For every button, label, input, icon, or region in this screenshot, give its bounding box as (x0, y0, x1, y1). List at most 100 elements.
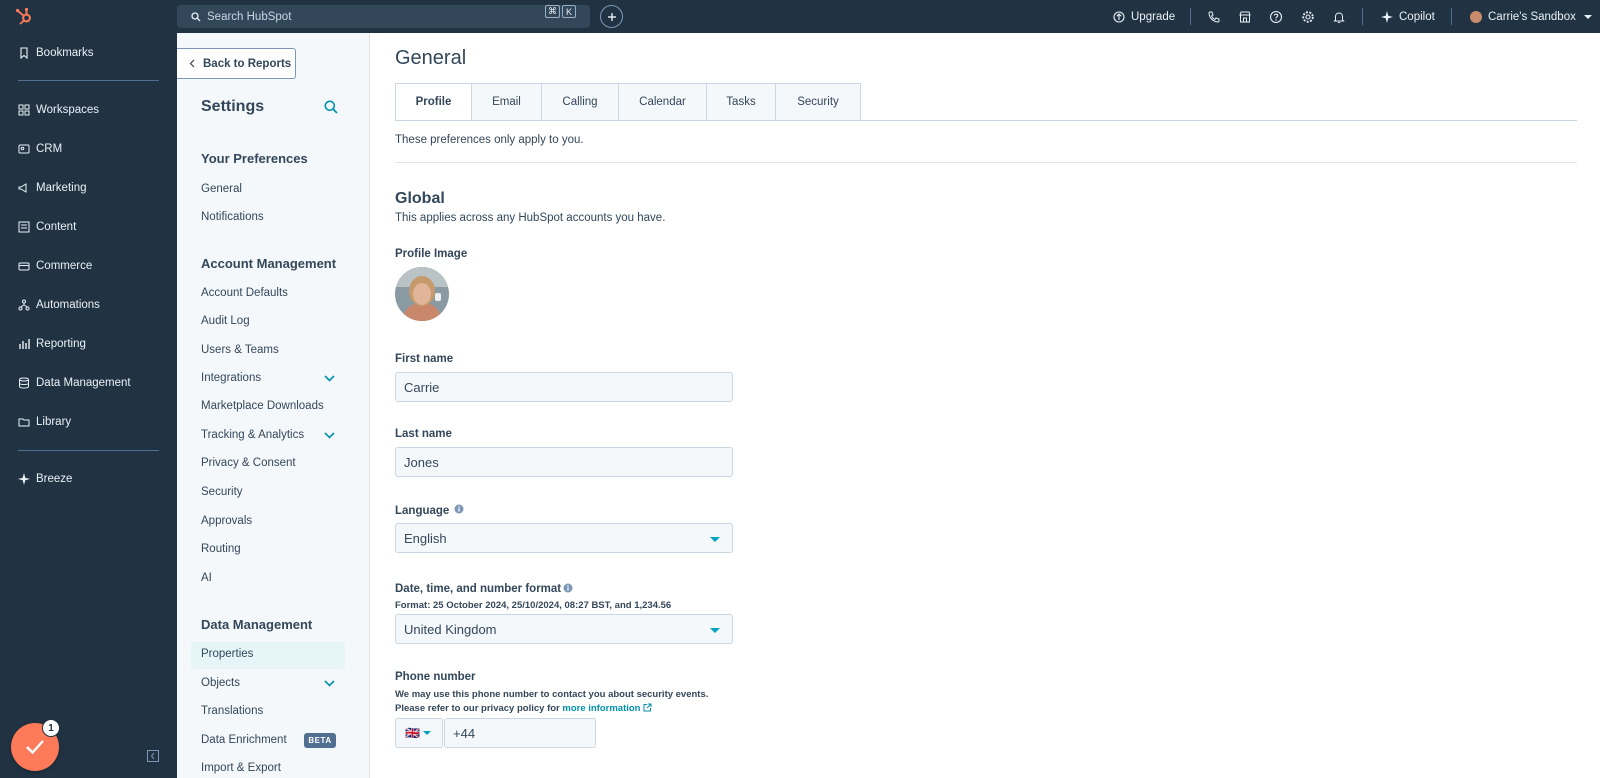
nav-item-library[interactable]: Library (18, 412, 71, 432)
settings-link-privacy-consent[interactable]: Privacy & Consent (201, 457, 296, 469)
nav-item-crm[interactable]: CRM (18, 139, 62, 159)
format-select[interactable]: United Kingdom (395, 614, 733, 644)
phone-number-field[interactable]: +44 (444, 718, 596, 748)
marketplace-icon[interactable] (1238, 10, 1252, 24)
beta-badge: BETA (304, 733, 336, 748)
nav-item-commerce[interactable]: Commerce (18, 256, 92, 276)
tab-calling[interactable]: Calling (542, 83, 619, 121)
upgrade-icon (1113, 10, 1125, 23)
checkmark-icon (26, 740, 44, 755)
nav-item-marketing[interactable]: Marketing (18, 178, 87, 198)
settings-link-translations[interactable]: Translations (201, 705, 263, 717)
settings-link-audit-log[interactable]: Audit Log (201, 315, 250, 327)
profile-image[interactable] (395, 267, 449, 321)
page-title: General (395, 47, 467, 69)
nav-item-breeze[interactable]: Breeze (18, 469, 72, 489)
settings-link-marketplace-downloads[interactable]: Marketplace Downloads (201, 400, 324, 412)
nav-item-content[interactable]: Content (18, 217, 76, 237)
more-information-link[interactable]: more information (562, 703, 640, 714)
workspaces-icon (18, 104, 30, 116)
nav-item-reporting[interactable]: Reporting (18, 334, 86, 354)
copilot-button[interactable]: Copilot (1381, 0, 1435, 33)
format-help-text: Format: 25 October 2024, 25/10/2024, 08:… (395, 600, 672, 611)
tab-tasks[interactable]: Tasks (707, 83, 776, 121)
divider (1451, 8, 1452, 25)
marketing-icon (18, 183, 27, 193)
settings-link-data-enrichment[interactable]: Data Enrichment (201, 734, 287, 746)
info-icon[interactable] (563, 583, 573, 593)
tab-email[interactable]: Email (472, 83, 542, 121)
settings-link-objects[interactable]: Objects (201, 677, 240, 689)
calling-icon[interactable] (1207, 10, 1221, 24)
create-new-button[interactable] (600, 5, 623, 28)
settings-search-icon[interactable] (324, 100, 338, 114)
library-icon (18, 418, 30, 427)
uk-flag-icon: 🇬🇧 (405, 726, 420, 740)
account-menu[interactable]: Carrie's Sandbox (1470, 0, 1592, 33)
settings-link-import-export[interactable]: Import & Export (201, 762, 281, 774)
settings-link-ai[interactable]: AI (201, 572, 212, 584)
help-icon[interactable] (1269, 10, 1283, 24)
back-to-reports-button[interactable]: Back to Reports (177, 48, 296, 79)
tabs-underline (395, 120, 1577, 121)
nav-item-data-management[interactable]: Data Management (18, 373, 131, 393)
chevron-down-icon[interactable] (324, 375, 335, 382)
nav-label: Commerce (36, 260, 93, 272)
tab-security[interactable]: Security (776, 83, 861, 121)
settings-link-account-defaults[interactable]: Account Defaults (201, 287, 288, 299)
sparkle-icon (1381, 10, 1393, 23)
hubspot-logo-icon[interactable] (14, 6, 34, 26)
settings-link-security[interactable]: Security (201, 486, 243, 498)
chevron-down-icon[interactable] (324, 680, 335, 687)
settings-link-notifications[interactable]: Notifications (201, 211, 264, 223)
caret-down-icon (710, 537, 720, 542)
tab-profile[interactable]: Profile (395, 83, 472, 121)
nav-label: Bookmarks (36, 47, 94, 59)
settings-link-approvals[interactable]: Approvals (201, 515, 252, 527)
shortcut-cmd-key: ⌘ (545, 5, 560, 18)
copilot-label: Copilot (1399, 10, 1435, 23)
tab-calendar[interactable]: Calendar (619, 83, 707, 121)
nav-label: Marketing (36, 182, 87, 194)
settings-link-routing[interactable]: Routing (201, 543, 241, 555)
info-icon[interactable] (454, 504, 464, 514)
section-account-management: Account Management (201, 256, 337, 271)
last-name-field[interactable]: Jones (395, 447, 733, 477)
first-name-field[interactable]: Carrie (395, 372, 733, 402)
nav-label: Content (36, 221, 77, 233)
nav-item-bookmarks[interactable]: Bookmarks (18, 43, 94, 63)
caret-down-icon (710, 628, 720, 633)
shortcut-k-key: K (562, 5, 576, 18)
phone-help-line-1: We may use this phone number to contact … (395, 689, 709, 700)
nav-label: Automations (36, 299, 100, 311)
bookmark-icon (20, 47, 28, 59)
account-name: Carrie's Sandbox (1488, 10, 1576, 23)
section-data-management: Data Management (201, 617, 313, 632)
format-value: United Kingdom (404, 621, 497, 637)
collapse-sidebar-icon[interactable] (147, 750, 159, 762)
settings-link-users-teams[interactable]: Users & Teams (201, 344, 279, 356)
search-placeholder: Search HubSpot (207, 10, 292, 23)
settings-link-general[interactable]: General (201, 183, 242, 195)
content-icon (18, 221, 30, 233)
search-input[interactable]: Search HubSpot (177, 5, 590, 28)
nav-item-automations[interactable]: Automations (18, 295, 100, 315)
upgrade-button[interactable]: Upgrade (1113, 0, 1175, 33)
settings-link-properties[interactable]: Properties (201, 648, 253, 660)
chevron-down-icon[interactable] (324, 432, 335, 439)
account-avatar (1470, 10, 1482, 23)
nav-label: Library (36, 416, 72, 428)
settings-link-tracking-analytics[interactable]: Tracking & Analytics (201, 429, 304, 441)
country-code-select[interactable]: 🇬🇧 (395, 718, 443, 748)
chevron-down-icon (1583, 14, 1592, 19)
settings-link-integrations[interactable]: Integrations (201, 372, 261, 384)
notifications-bell-icon[interactable] (1332, 10, 1346, 24)
phone-label: Phone number (395, 671, 476, 683)
settings-gear-icon[interactable] (1301, 10, 1315, 24)
intro-text: These preferences only apply to you. (395, 134, 584, 146)
section-your-preferences: Your Preferences (201, 151, 308, 166)
nav-item-workspaces[interactable]: Workspaces (18, 100, 99, 120)
external-link-icon[interactable] (643, 703, 652, 712)
language-select[interactable]: English (395, 523, 733, 553)
upgrade-label: Upgrade (1131, 10, 1176, 23)
